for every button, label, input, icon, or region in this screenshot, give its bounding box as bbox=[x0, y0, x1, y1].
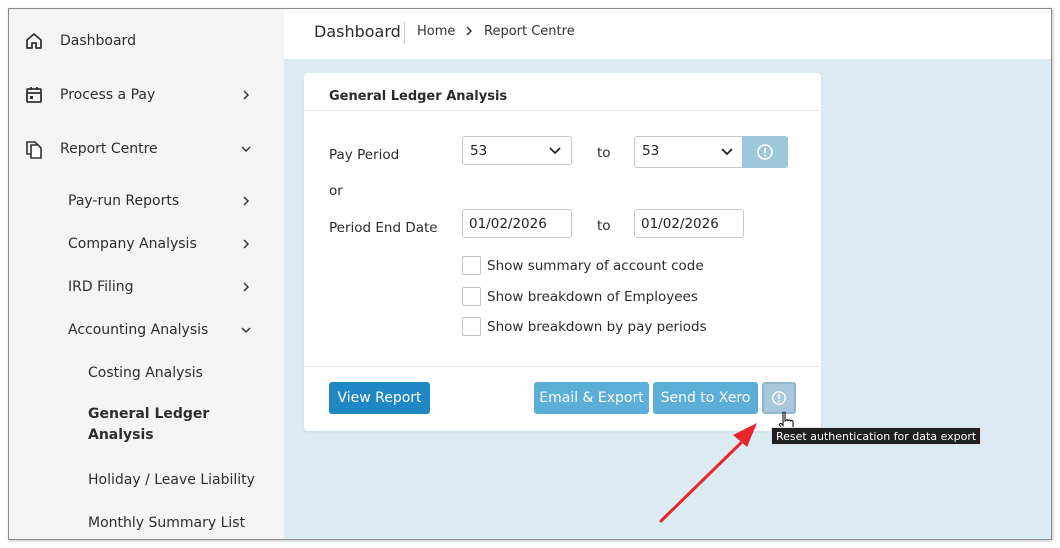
tooltip: Reset authentication for data export bbox=[771, 427, 982, 445]
app-window: Dashboard Process a Pay Report Centre Pa… bbox=[8, 8, 1052, 540]
annotation-arrow bbox=[659, 423, 757, 523]
